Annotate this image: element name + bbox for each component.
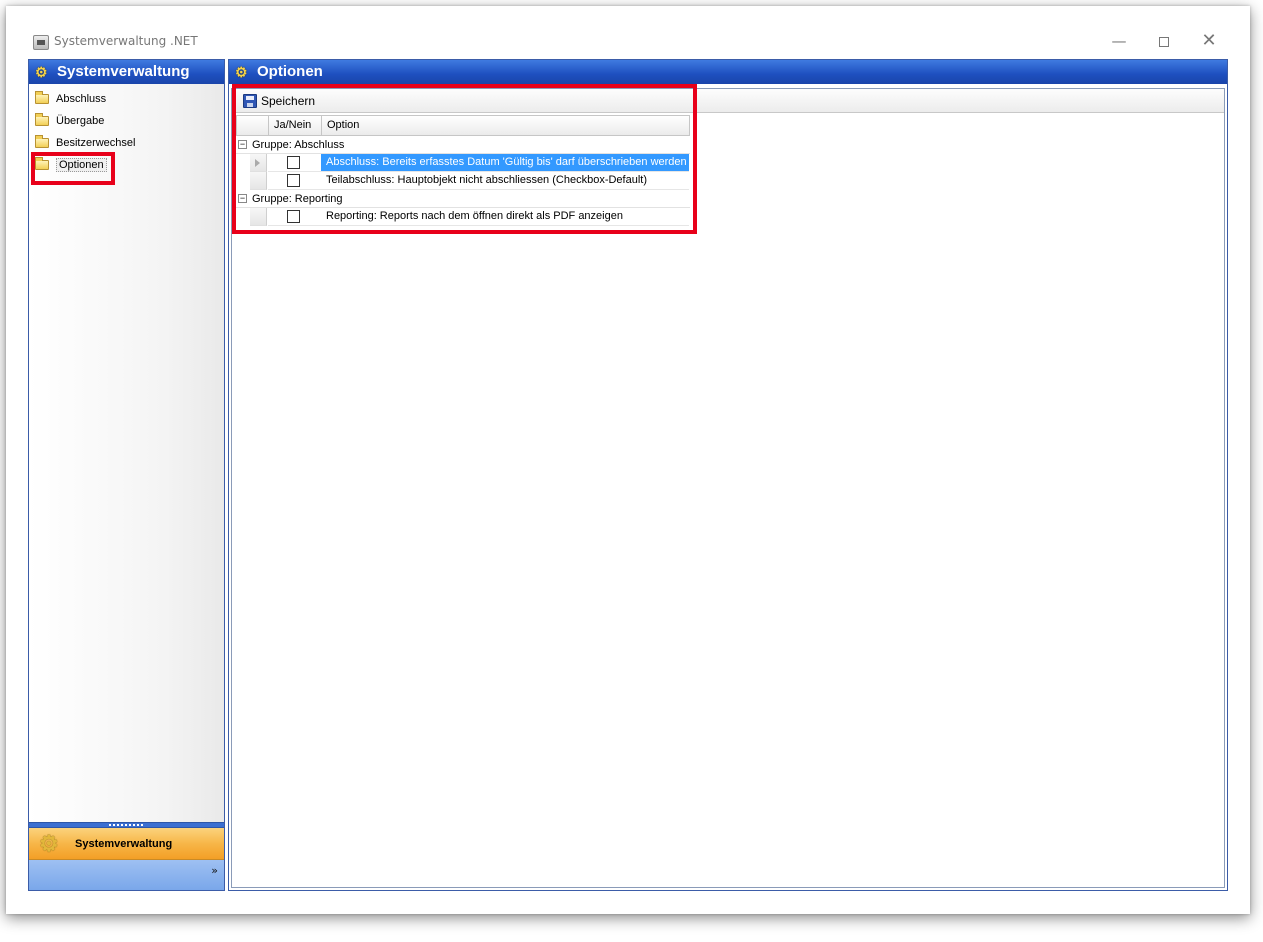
nav-item-uebergabe[interactable]: Übergabe <box>29 110 224 132</box>
nav-item-label: Übergabe <box>56 115 105 127</box>
nav-item-label: Abschluss <box>56 93 107 105</box>
column-header-indent <box>237 116 269 135</box>
group-label: Gruppe: Abschluss <box>252 139 345 151</box>
nav-pane-title: Systemverwaltung <box>57 63 190 80</box>
collapse-icon[interactable]: − <box>238 140 247 149</box>
nav-item-besitzerwechsel[interactable]: Besitzerwechsel <box>29 132 224 154</box>
main-pane-title: Optionen <box>257 63 323 80</box>
toolbar: Speichern <box>232 89 1224 113</box>
option-checkbox[interactable] <box>287 174 300 187</box>
folder-icon <box>35 135 49 148</box>
nav-footer: » <box>29 860 224 890</box>
gear-icon: ⚙ <box>35 64 48 80</box>
save-button[interactable]: Speichern <box>241 92 315 110</box>
folder-icon <box>35 91 49 104</box>
nav-list: Abschluss Übergabe Besitzerwechsel Optio… <box>29 84 224 176</box>
gear-icon: ⚙ <box>235 64 248 80</box>
nav-item-abschluss[interactable]: Abschluss <box>29 88 224 110</box>
main-pane: ⚙ Optionen Speichern Ja/Nein Option − Gr… <box>228 59 1228 891</box>
cell-option[interactable]: Teilabschluss: Hauptobjekt nicht abschli… <box>321 172 689 190</box>
cell-option[interactable]: Reporting: Reports nach dem öffnen direk… <box>321 208 689 226</box>
content-area: Speichern Ja/Nein Option − Gruppe: Absch… <box>231 88 1225 888</box>
option-checkbox[interactable] <box>287 210 300 223</box>
save-button-label: Speichern <box>261 94 316 108</box>
maximize-icon <box>1159 36 1169 47</box>
group-label: Gruppe: Reporting <box>252 193 343 205</box>
table-row[interactable]: Reporting: Reports nach dem öffnen direk… <box>236 208 690 226</box>
maximize-button[interactable] <box>1148 29 1180 53</box>
minimize-button[interactable]: — <box>1103 29 1135 53</box>
row-indicator[interactable] <box>250 154 267 172</box>
grid-header: Ja/Nein Option <box>236 115 690 136</box>
options-grid: Ja/Nein Option − Gruppe: Abschluss Absch… <box>236 115 690 226</box>
column-header-ja-nein[interactable]: Ja/Nein <box>269 116 322 135</box>
cell-option[interactable]: Abschluss: Bereits erfasstes Datum 'Gült… <box>321 154 689 172</box>
column-header-option[interactable]: Option <box>322 116 689 135</box>
nav-item-label: Optionen <box>56 158 107 172</box>
main-pane-header: ⚙ Optionen <box>229 60 1227 84</box>
nav-group-label: Systemverwaltung <box>75 838 173 850</box>
title-bar: Systemverwaltung .NET — ✕ <box>6 26 1250 58</box>
app-window: Systemverwaltung .NET — ✕ ⚙ Systemverwal… <box>6 6 1250 914</box>
window-title: Systemverwaltung .NET <box>54 34 198 48</box>
floppy-disk-icon <box>243 94 257 108</box>
folder-open-icon <box>35 157 49 170</box>
option-checkbox[interactable] <box>287 156 300 169</box>
cell-ja-nein <box>268 208 321 226</box>
folder-icon <box>35 113 49 126</box>
table-row[interactable]: Teilabschluss: Hauptobjekt nicht abschli… <box>236 172 690 190</box>
close-button[interactable]: ✕ <box>1193 29 1225 53</box>
row-arrow-icon <box>255 159 260 167</box>
nav-group-button-systemverwaltung[interactable]: ⚙ Systemverwaltung <box>29 828 224 860</box>
cell-ja-nein <box>268 154 321 172</box>
cell-ja-nein <box>268 172 321 190</box>
group-row-reporting[interactable]: − Gruppe: Reporting <box>236 190 690 208</box>
row-indicator[interactable] <box>250 208 267 226</box>
nav-pane-header: ⚙ Systemverwaltung <box>29 60 224 84</box>
row-indicator[interactable] <box>250 172 267 190</box>
app-icon <box>33 35 49 50</box>
chevron-right-icon[interactable]: » <box>211 865 218 876</box>
gears-icon: ⚙ <box>39 831 59 856</box>
nav-item-label: Besitzerwechsel <box>56 137 136 149</box>
collapse-icon[interactable]: − <box>238 194 247 203</box>
table-row[interactable]: Abschluss: Bereits erfasstes Datum 'Gült… <box>236 154 690 172</box>
group-row-abschluss[interactable]: − Gruppe: Abschluss <box>236 136 690 154</box>
navigation-pane: ⚙ Systemverwaltung Abschluss Übergabe Be… <box>28 59 225 891</box>
nav-item-optionen[interactable]: Optionen <box>29 154 224 176</box>
